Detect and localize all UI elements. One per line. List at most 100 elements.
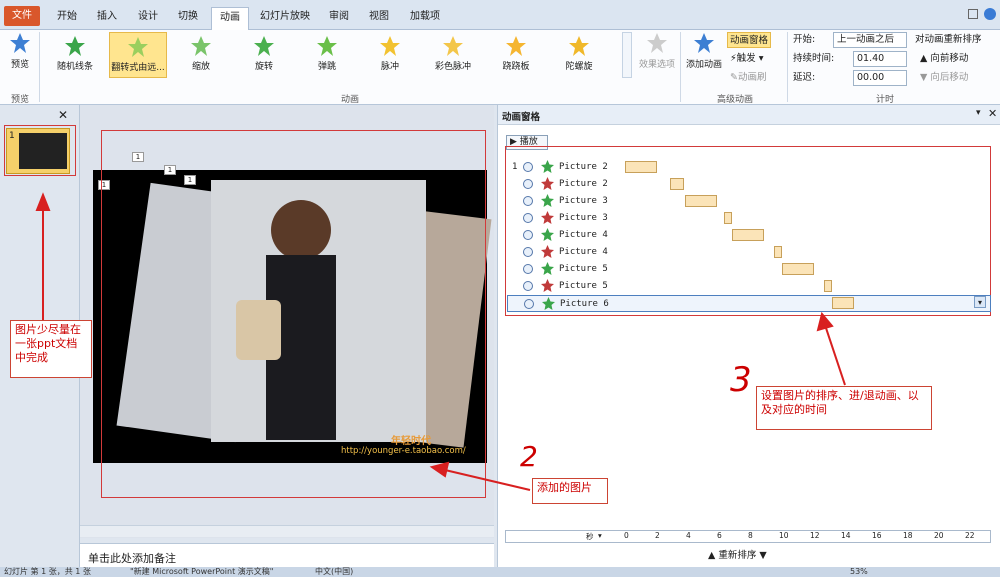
duration-label: 持续时间: xyxy=(793,53,835,64)
timing-bar[interactable] xyxy=(724,212,732,224)
effect-2[interactable]: 翻转式由远... xyxy=(109,32,167,78)
timing-bar[interactable] xyxy=(774,246,782,258)
add-animation-button[interactable]: 添加动画 xyxy=(684,32,724,70)
animation-item[interactable]: Picture 3 xyxy=(507,210,991,227)
animation-item[interactable]: Picture 2 xyxy=(507,176,991,193)
effect-5[interactable]: 弹跳 xyxy=(298,32,356,78)
move-later-button[interactable]: ▼ 向后移动 xyxy=(920,70,968,86)
timing-bar[interactable] xyxy=(685,195,717,207)
effect-9[interactable]: 陀螺旋 xyxy=(550,32,608,78)
tab-review[interactable]: 审阅 xyxy=(324,7,354,30)
item-name: Picture 3 xyxy=(559,196,608,206)
clock-icon xyxy=(523,213,533,223)
group-label-timing: 计时 xyxy=(875,95,894,105)
highlight-slide xyxy=(101,130,486,498)
timing-bar[interactable] xyxy=(824,280,832,292)
effect-3[interactable]: 缩放 xyxy=(172,32,230,78)
tab-view[interactable]: 视图 xyxy=(364,7,394,30)
preview-button[interactable]: 预览 xyxy=(4,32,36,70)
trigger-button[interactable]: ⚡触发 ▾ xyxy=(730,51,763,67)
timing-bar[interactable] xyxy=(732,229,764,241)
effect-label: 彩色脉冲 xyxy=(434,62,471,72)
ribbon: 预览 预览 效果选项 动画 添加动画 动画窗格 ⚡触发 ▾ ✎动画刷 高级动画 … xyxy=(0,30,1000,105)
highlight-thumbnail xyxy=(4,125,76,176)
delay-label: 延迟: xyxy=(793,72,816,83)
tab-addins[interactable]: 加载项 xyxy=(404,7,446,30)
seconds-label[interactable]: 秒 xyxy=(586,531,594,542)
help-icon[interactable] xyxy=(984,8,996,20)
effect-7[interactable]: 彩色脉冲 xyxy=(424,32,482,78)
animation-item[interactable]: Picture 4 xyxy=(507,244,991,261)
tab-slideshow[interactable]: 幻灯片放映 xyxy=(254,7,316,30)
effect-star-icon xyxy=(254,36,274,56)
animation-item[interactable]: Picture 5 xyxy=(507,278,991,295)
item-dropdown-icon[interactable]: ▾ xyxy=(974,296,986,308)
animation-pane-button[interactable]: 动画窗格 xyxy=(727,32,772,48)
effect-star-icon xyxy=(541,279,554,292)
effect-star-icon xyxy=(541,262,554,275)
tick-label: 20 xyxy=(934,531,944,540)
tick-label: 18 xyxy=(903,531,913,540)
timing-bar[interactable] xyxy=(670,178,684,190)
item-name: Picture 4 xyxy=(559,230,608,240)
clock-icon xyxy=(523,247,533,257)
tab-file[interactable]: 文件 xyxy=(4,6,40,26)
animation-item[interactable]: Picture 5 xyxy=(507,261,991,278)
effect-8[interactable]: 跷跷板 xyxy=(487,32,545,78)
status-slide-info: 幻灯片 第 1 张，共 1 张 xyxy=(4,567,91,576)
tab-home[interactable]: 开始 xyxy=(52,7,82,30)
animation-item[interactable]: 1 Picture 2 xyxy=(507,159,991,176)
notes-pane[interactable]: 单击此处添加备注 xyxy=(80,543,494,567)
timing-bar[interactable] xyxy=(625,161,657,173)
effect-star-icon xyxy=(541,194,554,207)
effect-star-icon xyxy=(541,177,554,190)
animation-item[interactable]: Picture 3 xyxy=(507,193,991,210)
seconds-dropdown-icon[interactable]: ▾ xyxy=(598,531,602,540)
tick-label: 8 xyxy=(748,531,753,540)
close-pane-icon[interactable]: ✕ xyxy=(58,108,68,122)
effect-star-icon xyxy=(541,160,554,173)
tab-transitions[interactable]: 切换 xyxy=(173,7,203,30)
tab-insert[interactable]: 插入 xyxy=(92,7,122,30)
animation-pane-title: 动画窗格 xyxy=(502,112,541,123)
delay-input[interactable]: 00.00 xyxy=(853,70,907,86)
effect-star-icon xyxy=(443,36,463,56)
effect-star-icon xyxy=(541,228,554,241)
tab-animations[interactable]: 动画 xyxy=(211,7,249,31)
effect-label: 脉冲 xyxy=(380,62,399,72)
effect-4[interactable]: 旋转 xyxy=(235,32,293,78)
tick-label: 0 xyxy=(624,531,629,540)
tick-label: 6 xyxy=(717,531,722,540)
pane-menu-icon[interactable]: ▾ xyxy=(976,108,981,118)
move-later-label: 向后移动 xyxy=(930,72,969,83)
animation-painter-button[interactable]: ✎动画刷 xyxy=(730,70,766,86)
move-earlier-button[interactable]: ▲ 向前移动 xyxy=(920,51,968,67)
status-language: 中文(中国) xyxy=(315,567,354,576)
group-label-preview: 预览 xyxy=(10,95,29,105)
annotation-number-3: 3 xyxy=(730,360,752,400)
annotation-note-3: 设置图片的排序、进/退动画、以及对应的时间 xyxy=(756,386,932,430)
animation-item[interactable]: Picture 6 xyxy=(507,295,991,312)
close-pane-icon[interactable]: ✕ xyxy=(988,107,997,120)
item-name: Picture 3 xyxy=(559,213,608,223)
minimize-ribbon-icon[interactable] xyxy=(968,9,978,19)
effect-6[interactable]: 脉冲 xyxy=(361,32,419,78)
effect-options-star-icon xyxy=(647,33,667,53)
tab-design[interactable]: 设计 xyxy=(133,7,163,30)
effect-1[interactable]: 随机线条 xyxy=(46,32,104,78)
reorder-bar[interactable]: ▲ 重新排序 ▼ xyxy=(708,547,767,561)
timing-bar[interactable] xyxy=(832,297,854,309)
horizontal-scrollbar[interactable] xyxy=(80,525,494,537)
zoom-level[interactable]: 53% xyxy=(850,567,868,577)
duration-input[interactable]: 01.40 xyxy=(853,51,907,67)
effect-label: 跷跷板 xyxy=(502,62,530,72)
item-name: Picture 2 xyxy=(559,179,608,189)
timing-bar[interactable] xyxy=(782,263,814,275)
start-select[interactable]: 上一动画之后 xyxy=(833,32,907,48)
effect-star-icon xyxy=(128,37,148,57)
item-name: Picture 4 xyxy=(559,247,608,257)
effect-options-button[interactable]: 效果选项 xyxy=(636,32,678,70)
clock-icon xyxy=(523,264,533,274)
tick-label: 14 xyxy=(841,531,851,540)
gallery-scroll[interactable] xyxy=(622,32,632,78)
